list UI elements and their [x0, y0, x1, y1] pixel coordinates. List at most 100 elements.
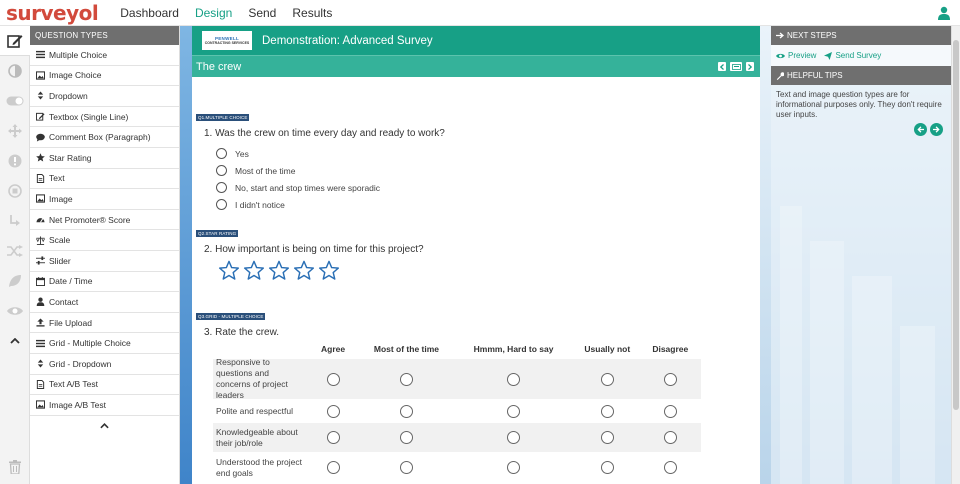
main-nav: Dashboard Design Send Results — [120, 6, 332, 20]
star-rating-star-icon[interactable] — [293, 260, 315, 281]
radio-button[interactable] — [399, 431, 413, 444]
star-rating-star-icon[interactable] — [318, 260, 340, 281]
radio-button[interactable] — [399, 404, 413, 418]
prev-tip-button[interactable] — [914, 123, 927, 136]
question-type-label: Net Promoter® Score — [49, 214, 131, 225]
rail-alert[interactable] — [0, 146, 30, 176]
radio-button[interactable] — [216, 199, 227, 210]
question-type-dropdown[interactable]: Dropdown — [30, 86, 179, 107]
question-type-slider[interactable]: Slider — [30, 251, 179, 272]
question-type-text[interactable]: Text — [30, 169, 179, 190]
app-logo[interactable]: surveyol — [6, 0, 99, 26]
question-type-file-upload[interactable]: File Upload — [30, 313, 179, 334]
question-tag: Q3.Grid - Multiple Choice — [196, 313, 266, 320]
radio-button[interactable] — [216, 165, 227, 176]
rail-branch[interactable] — [0, 206, 30, 236]
chevron-left-icon — [720, 63, 724, 70]
question-2[interactable]: Q2.Star Rating 2. How important is being… — [196, 224, 424, 281]
radio-button[interactable] — [326, 461, 340, 474]
question-type-comment-box-paragraph[interactable]: Comment Box (Paragraph) — [30, 127, 179, 148]
radio-button[interactable] — [216, 148, 227, 159]
next-tip-button[interactable] — [930, 123, 943, 136]
question-type-star-rating[interactable]: Star Rating — [30, 148, 179, 169]
rail-toggle[interactable] — [0, 86, 30, 116]
question-type-grid-dropdown[interactable]: Grid - Dropdown — [30, 354, 179, 375]
radio-button[interactable] — [663, 461, 677, 474]
question-type-image[interactable]: Image — [30, 189, 179, 210]
user-account-icon[interactable] — [938, 6, 950, 20]
nav-results[interactable]: Results — [292, 6, 332, 20]
question-type-contact[interactable]: Contact — [30, 292, 179, 313]
radio-button[interactable] — [507, 372, 521, 386]
nav-design[interactable]: Design — [195, 6, 232, 20]
radio-button[interactable] — [600, 404, 614, 418]
page-bar: The crew — [192, 55, 760, 77]
answer-option[interactable]: Most of the time — [216, 162, 445, 179]
question-type-label: Contact — [49, 296, 79, 307]
radio-button[interactable] — [326, 431, 340, 444]
question-1[interactable]: Q1.Multiple Choice 1. Was the crew on ti… — [196, 108, 445, 213]
question-type-image-a-b-test[interactable]: Image A/B Test — [30, 395, 179, 416]
star-rating-star-icon[interactable] — [218, 260, 240, 281]
survey-canvas: PENWELL CONTRACTING SERVICES Demonstrati… — [192, 26, 760, 484]
nav-send[interactable]: Send — [248, 6, 276, 20]
star-rating-star-icon[interactable] — [268, 260, 290, 281]
question-3[interactable]: Q3.Grid - Multiple Choice 3. Rate the cr… — [196, 307, 279, 338]
preview-link[interactable]: Preview — [776, 51, 816, 60]
radio-button[interactable] — [326, 372, 340, 386]
question-type-multiple-choice[interactable]: Multiple Choice — [30, 45, 179, 66]
page-settings-button[interactable] — [730, 62, 742, 71]
next-page-button[interactable] — [746, 62, 754, 71]
rail-move[interactable] — [0, 116, 30, 146]
radio-button[interactable] — [399, 372, 413, 386]
answer-option[interactable]: No, start and stop times were sporadic — [216, 179, 445, 196]
answer-option[interactable]: Yes — [216, 145, 445, 162]
question-type-label: Textbox (Single Line) — [49, 111, 129, 122]
radio-button[interactable] — [326, 404, 340, 418]
rail-theme[interactable] — [0, 56, 30, 86]
send-survey-link[interactable]: Send Survey — [824, 51, 881, 60]
radio-button[interactable] — [507, 461, 521, 474]
image-icon — [36, 194, 45, 204]
page-title[interactable]: The crew — [196, 61, 241, 73]
radio-button[interactable] — [663, 404, 677, 418]
nav-dashboard[interactable]: Dashboard — [120, 6, 179, 20]
star-rating-star-icon[interactable] — [243, 260, 265, 281]
rail-collapse[interactable] — [0, 326, 30, 356]
rail-leaf[interactable] — [0, 266, 30, 296]
question-type-image-choice[interactable]: Image Choice — [30, 66, 179, 87]
question-type-textbox-single-line[interactable]: Textbox (Single Line) — [30, 107, 179, 128]
star-rating — [218, 260, 424, 281]
question-type-text-a-b-test[interactable]: Text A/B Test — [30, 375, 179, 396]
question-type-label: Text — [49, 173, 65, 184]
rail-trash[interactable] — [0, 456, 30, 478]
survey-title[interactable]: Demonstration: Advanced Survey — [262, 35, 433, 47]
prev-page-button[interactable] — [718, 62, 726, 71]
radio-button[interactable] — [216, 182, 227, 193]
question-type-scale[interactable]: Scale — [30, 230, 179, 251]
answer-option[interactable]: I didn't notice — [216, 196, 445, 213]
rail-preview[interactable] — [0, 296, 30, 326]
radio-button[interactable] — [663, 372, 677, 386]
radio-button[interactable] — [399, 461, 413, 474]
question-options: Yes Most of the time No, start and stop ti… — [196, 145, 445, 213]
page-scrollbar[interactable] — [951, 26, 960, 484]
rail-shuffle[interactable] — [0, 236, 30, 266]
calendar-icon — [36, 276, 45, 286]
radio-button[interactable] — [507, 404, 521, 418]
radio-button[interactable] — [663, 431, 677, 444]
radio-button[interactable] — [600, 431, 614, 444]
question-type-grid-multiple-choice[interactable]: Grid - Multiple Choice — [30, 333, 179, 354]
question-types-collapse[interactable] — [30, 416, 179, 436]
radio-button[interactable] — [600, 461, 614, 474]
question-type-date-time[interactable]: Date / Time — [30, 272, 179, 293]
radio-button[interactable] — [600, 372, 614, 386]
helpful-tip-text: Text and image question types are for in… — [776, 90, 942, 119]
radio-button[interactable] — [507, 431, 521, 444]
question-type-net-promoter-score[interactable]: Net Promoter® Score — [30, 210, 179, 231]
scrollbar-thumb[interactable] — [953, 40, 959, 410]
company-logo[interactable]: PENWELL CONTRACTING SERVICES — [202, 31, 252, 50]
rail-edit[interactable] — [0, 26, 30, 56]
rail-stop[interactable] — [0, 176, 30, 206]
contrast-icon — [8, 64, 22, 78]
